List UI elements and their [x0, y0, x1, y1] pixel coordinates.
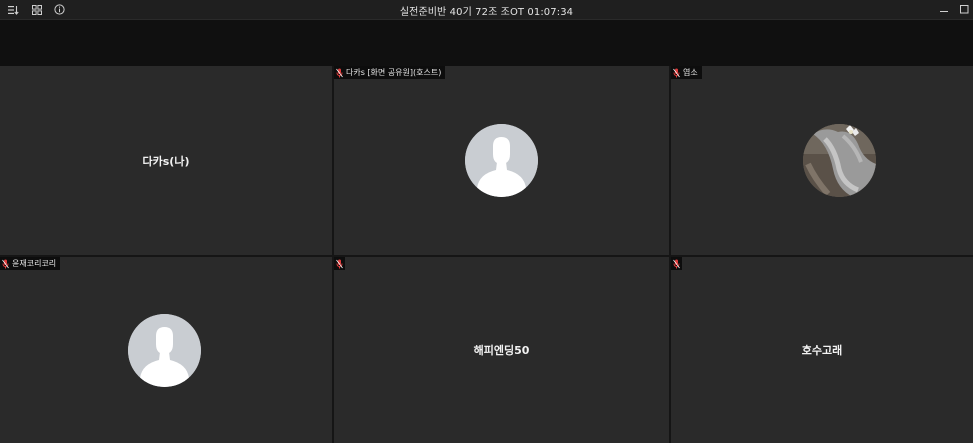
participant-tile[interactable]: 호수고래: [671, 257, 973, 443]
participant-name: 해피엔딩50: [473, 344, 530, 357]
window-title: 실전준비반 40기 72조 조OT 01:07:34: [399, 7, 574, 18]
title-bar: 실전준비반 40기 72조 조OT 01:07:34: [0, 0, 973, 20]
participant-label: [671, 257, 682, 270]
participant-label-text: 다카s [화면 공유원](호스트): [346, 68, 442, 77]
top-strip: [0, 20, 973, 66]
participant-tile[interactable]: 염소: [671, 66, 973, 255]
participant-label-text: 윤재코리코리: [12, 259, 57, 268]
mic-muted-icon: [336, 68, 343, 77]
participant-name: 호수고래: [801, 344, 843, 357]
mic-muted-icon: [2, 259, 9, 268]
participant-tile[interactable]: 윤재코리코리: [0, 257, 332, 443]
maximize-icon[interactable]: [957, 2, 971, 17]
participant-label: 염소: [671, 66, 702, 79]
window-controls: [937, 2, 971, 17]
participant-tile[interactable]: 다카s [화면 공유원](호스트): [334, 66, 669, 255]
participant-name: 다카s(나): [142, 154, 190, 168]
participant-label: 다카s [화면 공유원](호스트): [334, 66, 446, 79]
participant-tile[interactable]: 해피엔딩50: [334, 257, 669, 443]
default-avatar-icon: [465, 124, 538, 197]
default-avatar-icon: [128, 314, 201, 387]
mic-muted-icon: [673, 68, 680, 77]
participant-label-text: 염소: [683, 68, 698, 77]
meeting-window: 실전준비반 40기 72조 조OT 01:07:34 다카s(나) 다카s [화…: [0, 0, 973, 443]
participant-grid: 다카s(나) 다카s [화면 공유원](호스트) 염소 윤재코리코리 해피엔딩5…: [0, 66, 973, 443]
participant-label: [334, 257, 345, 270]
profile-photo: [803, 124, 876, 197]
participant-tile[interactable]: 다카s(나): [0, 66, 332, 255]
minimize-icon[interactable]: [937, 2, 951, 17]
participant-label: 윤재코리코리: [0, 257, 61, 270]
mic-muted-icon: [673, 259, 680, 268]
mic-muted-icon: [336, 259, 343, 268]
